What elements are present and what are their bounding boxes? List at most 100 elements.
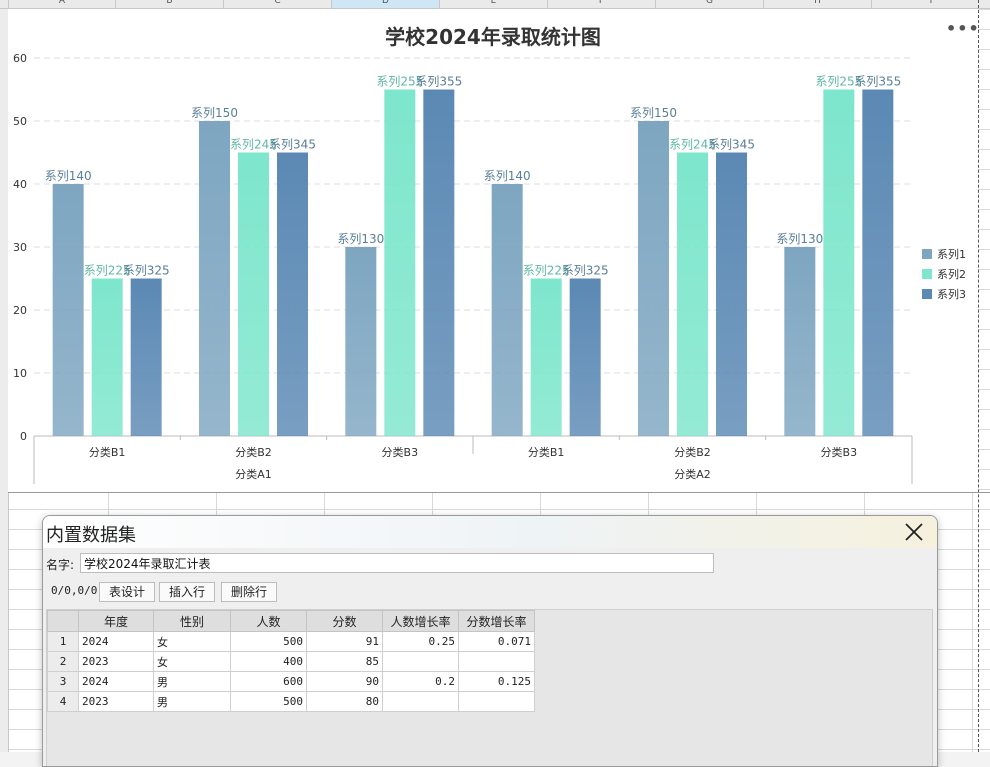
table-cell[interactable]: 0.125 — [458, 671, 535, 692]
table-cell[interactable]: 男 — [153, 671, 231, 692]
table-cell[interactable]: 500 — [230, 691, 307, 712]
table-cell[interactable] — [382, 651, 459, 672]
table-cell[interactable]: 2024 — [78, 631, 154, 652]
column-header[interactable]: 性别 — [153, 610, 231, 632]
table-cell[interactable]: 0.25 — [382, 631, 459, 652]
bar-系列3 — [277, 152, 308, 436]
x-category-label: 分类B2 — [235, 445, 272, 459]
bar-系列1 — [638, 121, 669, 436]
x-category-label: 分类B2 — [674, 445, 711, 459]
table-cell[interactable] — [382, 691, 459, 712]
row-number[interactable]: 1 — [47, 631, 79, 652]
table-cell[interactable]: 90 — [306, 671, 383, 692]
data-label: 系列130 — [776, 232, 823, 246]
column-header-bar[interactable]: A B C D E F G H I — [0, 0, 990, 9]
x-group-label: 分类A2 — [674, 467, 711, 481]
bar-系列1 — [345, 247, 377, 436]
insert-row-button[interactable]: 插入行 — [159, 582, 215, 602]
legend-label: 系列3 — [937, 287, 966, 301]
data-label: 系列355 — [415, 75, 462, 89]
data-label: 系列355 — [854, 75, 901, 89]
column-header-c[interactable]: C — [223, 0, 331, 8]
bar-系列2 — [823, 89, 855, 436]
legend-swatch — [922, 289, 932, 299]
name-label: 名字: — [46, 558, 75, 572]
more-options-icon[interactable]: ••• — [946, 19, 979, 38]
table-row: 2 2023 女 400 85 — [47, 651, 535, 672]
data-label: 系列140 — [484, 169, 531, 183]
bar-系列2 — [384, 89, 416, 436]
x-group-label: 分类A1 — [235, 467, 272, 481]
bar-系列3 — [569, 278, 601, 436]
table-cell[interactable]: 0.2 — [382, 671, 459, 692]
column-header[interactable]: 年度 — [78, 610, 154, 632]
chart-title: 学校2024年录取统计图 — [385, 25, 601, 49]
bar-系列3 — [130, 278, 162, 436]
row-number[interactable]: 4 — [47, 691, 79, 712]
delete-row-button[interactable]: 删除行 — [221, 582, 277, 602]
column-header-d[interactable]: D — [331, 0, 439, 8]
column-header-f[interactable]: F — [547, 0, 655, 8]
table-cell[interactable]: 0.071 — [458, 631, 535, 652]
column-header[interactable]: 分数增长率 — [458, 610, 535, 632]
table-cell[interactable]: 2023 — [78, 691, 154, 712]
column-header-h[interactable]: H — [763, 0, 871, 8]
chart-panel[interactable]: 0 10 20 30 40 50 60 系列140 系列225 系列325 分类B1 系列150 系列2… — [8, 9, 979, 492]
x-category-label: 分类B1 — [528, 445, 565, 459]
bar-系列3 — [716, 152, 747, 436]
column-header[interactable]: 人数增长率 — [382, 610, 459, 632]
close-icon[interactable] — [903, 521, 925, 543]
y-tick-label: 20 — [13, 304, 27, 317]
table-cell[interactable]: 男 — [153, 691, 231, 712]
dialog-titlebar[interactable]: 内置数据集 — [43, 516, 937, 548]
table-cell[interactable] — [458, 651, 535, 672]
row-number[interactable]: 3 — [47, 671, 79, 692]
table-cell[interactable]: 600 — [230, 671, 307, 692]
table-row: 3 2024 男 600 90 0.2 0.125 — [47, 671, 535, 692]
bar-系列2 — [91, 278, 123, 436]
row-number[interactable]: 2 — [47, 651, 79, 672]
table-cell[interactable]: 2024 — [78, 671, 154, 692]
dataset-table-area[interactable]: 年度 性别 人数 分数 人数增长率 分数增长率 1 2024 女 500 91 … — [46, 609, 933, 766]
y-tick-label: 60 — [13, 52, 27, 65]
dialog-title: 内置数据集 — [46, 525, 136, 546]
table-row: 4 2023 男 500 80 — [47, 691, 535, 712]
column-header-i[interactable]: I — [871, 0, 990, 8]
bar-系列2 — [677, 152, 708, 436]
table-cell[interactable]: 91 — [306, 631, 383, 652]
table-cell[interactable]: 500 — [230, 631, 307, 652]
column-header-g[interactable]: G — [655, 0, 763, 8]
bar-系列2 — [530, 278, 562, 436]
row-number-header[interactable] — [47, 610, 79, 632]
column-header-a[interactable]: A — [8, 0, 115, 8]
dataset-table: 年度 性别 人数 分数 人数增长率 分数增长率 1 2024 女 500 91 … — [47, 610, 535, 712]
column-header[interactable]: 分数 — [306, 610, 383, 632]
column-header-b[interactable]: B — [115, 0, 223, 8]
bar-系列1 — [52, 184, 84, 436]
column-header[interactable]: 人数 — [230, 610, 307, 632]
page-break-line — [978, 0, 979, 752]
y-tick-label: 0 — [20, 430, 27, 443]
dataset-name-input[interactable] — [80, 553, 714, 573]
table-cell[interactable]: 85 — [306, 651, 383, 672]
table-header-row: 年度 性别 人数 分数 人数增长率 分数增长率 — [47, 610, 535, 632]
x-category-label: 分类B1 — [89, 445, 126, 459]
table-cell[interactable]: 2023 — [78, 651, 154, 672]
data-label: 系列325 — [123, 264, 170, 278]
table-design-button[interactable]: 表设计 — [99, 582, 155, 602]
cell-coordinate-label: 0/0,0/0 — [51, 584, 98, 597]
table-cell[interactable]: 女 — [153, 631, 231, 652]
table-cell[interactable]: 400 — [230, 651, 307, 672]
column-header-e[interactable]: E — [439, 0, 547, 8]
table-cell[interactable] — [458, 691, 535, 712]
legend-swatch — [922, 269, 932, 279]
table-cell[interactable]: 女 — [153, 651, 231, 672]
chart-bottom-border — [8, 492, 990, 493]
data-label: 系列345 — [269, 138, 316, 152]
table-cell[interactable]: 80 — [306, 691, 383, 712]
dataset-dialog: 内置数据集 名字: 0/0,0/0 表设计 插入行 删除行 年度 性别 人数 分… — [42, 515, 938, 767]
legend-swatch — [922, 249, 932, 259]
bar-chart: 0102030405060系列140系列225系列325分类B1系列150系列2… — [13, 52, 966, 484]
y-tick-label: 30 — [13, 241, 27, 254]
y-tick-label: 50 — [13, 115, 27, 128]
